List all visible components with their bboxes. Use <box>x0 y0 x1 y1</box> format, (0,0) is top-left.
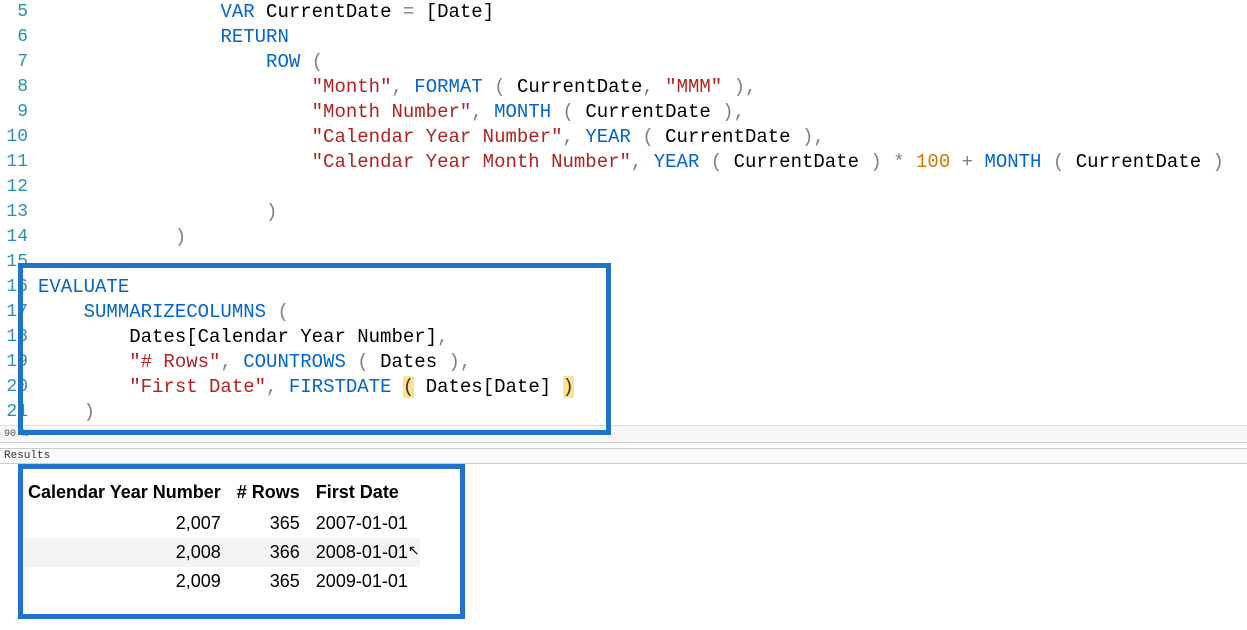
cell-date: 2007-01-01 <box>312 509 420 538</box>
code-line[interactable]: 18 Dates[Calendar Year Number], <box>0 325 1247 350</box>
line-number: 21 <box>0 400 38 425</box>
line-number: 15 <box>0 250 38 275</box>
line-number: 10 <box>0 125 38 150</box>
code-editor[interactable]: 5 VAR CurrentDate = [Date]6 RETURN7 ROW … <box>0 0 1247 425</box>
code-content[interactable]: ) <box>38 225 186 250</box>
code-line[interactable]: 16EVALUATE <box>0 275 1247 300</box>
table-row[interactable]: 2,008 366 2008-01-01↖ <box>24 538 420 567</box>
table-row[interactable]: 2,009 365 2009-01-01 <box>24 567 420 596</box>
line-number: 7 <box>0 50 38 75</box>
line-number: 14 <box>0 225 38 250</box>
code-content[interactable]: "# Rows", COUNTROWS ( Dates ), <box>38 350 471 375</box>
code-content[interactable]: VAR CurrentDate = [Date] <box>38 0 494 25</box>
code-line[interactable]: 12 <box>0 175 1247 200</box>
code-line[interactable]: 9 "Month Number", MONTH ( CurrentDate ), <box>0 100 1247 125</box>
cell-rows: 366 <box>233 538 312 567</box>
line-number: 9 <box>0 100 38 125</box>
code-line[interactable]: 8 "Month", FORMAT ( CurrentDate, "MMM" )… <box>0 75 1247 100</box>
cursor-icon: ↖ <box>408 542 420 559</box>
code-line[interactable]: 11 "Calendar Year Month Number", YEAR ( … <box>0 150 1247 175</box>
code-content[interactable]: ) <box>38 200 277 225</box>
code-content[interactable]: "Month Number", MONTH ( CurrentDate ), <box>38 100 745 125</box>
code-content[interactable]: "First Date", FIRSTDATE ( Dates[Date] ) <box>38 375 574 400</box>
cell-year: 2,009 <box>24 567 233 596</box>
code-line[interactable]: 21 ) <box>0 400 1247 425</box>
code-line[interactable]: 7 ROW ( <box>0 50 1247 75</box>
code-content[interactable]: "Calendar Year Number", YEAR ( CurrentDa… <box>38 125 825 150</box>
cell-date: 2008-01-01↖ <box>312 538 420 567</box>
line-number: 8 <box>0 75 38 100</box>
results-header-row: Calendar Year Number # Rows First Date <box>24 478 420 509</box>
results-pane: Calendar Year Number # Rows First Date 2… <box>0 464 1247 596</box>
results-table[interactable]: Calendar Year Number # Rows First Date 2… <box>24 478 420 596</box>
cell-year: 2,008 <box>24 538 233 567</box>
line-number: 16 <box>0 275 38 300</box>
line-number: 18 <box>0 325 38 350</box>
code-content[interactable]: "Calendar Year Month Number", YEAR ( Cur… <box>38 150 1224 175</box>
code-content[interactable]: Dates[Calendar Year Number], <box>38 325 448 350</box>
cell-year: 2,007 <box>24 509 233 538</box>
code-content[interactable]: RETURN <box>38 25 289 50</box>
line-number: 11 <box>0 150 38 175</box>
code-line[interactable]: 10 "Calendar Year Number", YEAR ( Curren… <box>0 125 1247 150</box>
col-header[interactable]: First Date <box>312 478 420 509</box>
code-content[interactable]: ROW ( <box>38 50 323 75</box>
code-content[interactable]: ) <box>38 400 95 425</box>
code-line[interactable]: 13 ) <box>0 200 1247 225</box>
col-header[interactable]: Calendar Year Number <box>24 478 233 509</box>
cell-date: 2009-01-01 <box>312 567 420 596</box>
col-header[interactable]: # Rows <box>233 478 312 509</box>
cell-rows: 365 <box>233 567 312 596</box>
line-number: 12 <box>0 175 38 200</box>
code-line[interactable]: 6 RETURN <box>0 25 1247 50</box>
line-number: 19 <box>0 350 38 375</box>
table-row[interactable]: 2,007 365 2007-01-01 <box>24 509 420 538</box>
code-content[interactable]: SUMMARIZECOLUMNS ( <box>38 300 289 325</box>
line-number: 6 <box>0 25 38 50</box>
code-content[interactable]: "Month", FORMAT ( CurrentDate, "MMM" ), <box>38 75 756 100</box>
zoom-indicator[interactable]: 90 % ▾ ◂ <box>0 425 1247 442</box>
code-line[interactable]: 15 <box>0 250 1247 275</box>
code-line[interactable]: 20 "First Date", FIRSTDATE ( Dates[Date]… <box>0 375 1247 400</box>
code-line[interactable]: 14 ) <box>0 225 1247 250</box>
code-line[interactable]: 19 "# Rows", COUNTROWS ( Dates ), <box>0 350 1247 375</box>
code-line[interactable]: 17 SUMMARIZECOLUMNS ( <box>0 300 1247 325</box>
line-number: 13 <box>0 200 38 225</box>
line-number: 20 <box>0 375 38 400</box>
line-number: 5 <box>0 0 38 25</box>
cell-rows: 365 <box>233 509 312 538</box>
results-pane-label: Results <box>0 448 1247 464</box>
code-content[interactable]: EVALUATE <box>38 275 129 300</box>
line-number: 17 <box>0 300 38 325</box>
code-line[interactable]: 5 VAR CurrentDate = [Date] <box>0 0 1247 25</box>
